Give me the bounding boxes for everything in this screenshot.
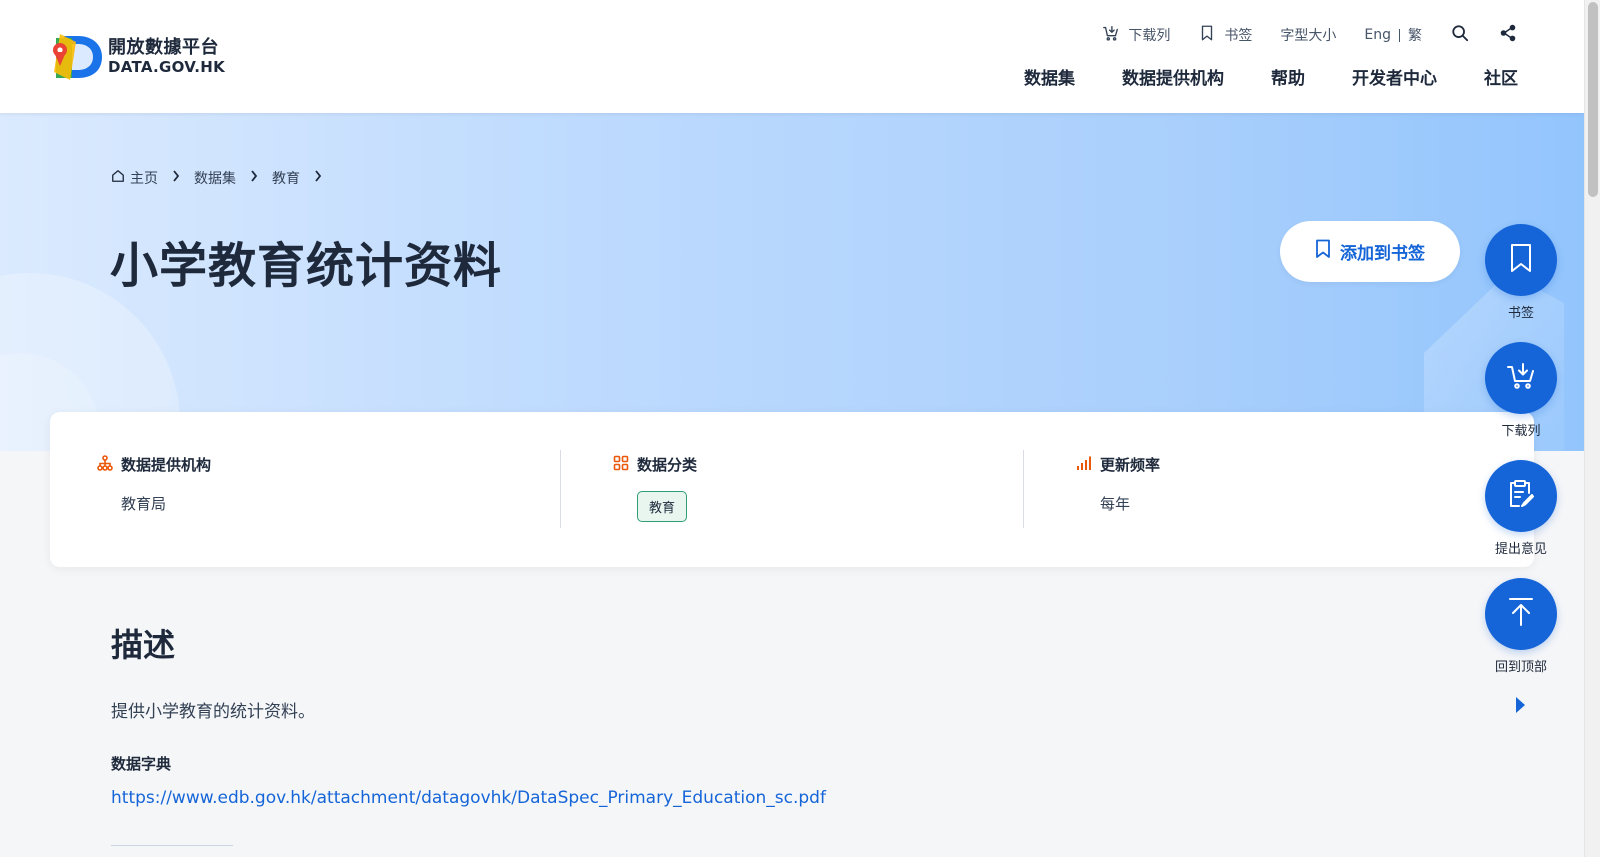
- floating-feedback: 提出意见: [1484, 460, 1558, 557]
- category-label: 数据分类: [637, 456, 698, 474]
- floating-download: 下载列: [1484, 342, 1558, 439]
- page-title: 小学教育统计资料: [110, 238, 503, 294]
- back-to-top-button[interactable]: [1485, 578, 1557, 650]
- frequency-label: 更新频率: [1100, 456, 1161, 474]
- breadcrumb-home[interactable]: 主页: [111, 168, 158, 188]
- lang-tc-link[interactable]: 繁: [1408, 25, 1422, 45]
- search-button[interactable]: [1450, 25, 1470, 45]
- site-header: 開放數據平台 DATA.GOV.HK 下载列 书签 字型大小 Eng 繁 数据集…: [0, 0, 1584, 113]
- nav-datasets[interactable]: 数据集: [1024, 64, 1075, 89]
- bookmark-icon: [1198, 24, 1216, 46]
- breadcrumb-datasets[interactable]: 数据集: [194, 168, 236, 188]
- breadcrumb-category[interactable]: 教育: [272, 168, 300, 188]
- font-size-button[interactable]: 字型大小: [1280, 25, 1336, 45]
- page-scrollbar[interactable]: [1584, 0, 1600, 857]
- clipboard-edit-icon: [1507, 479, 1535, 513]
- floating-bookmark: 书签: [1484, 224, 1558, 321]
- logo-text-cn: 開放數據平台: [108, 37, 219, 59]
- nav-community[interactable]: 社区: [1484, 64, 1518, 89]
- utility-bar: 下载列 书签 字型大小 Eng 繁: [1074, 24, 1518, 46]
- bookmarks-label: 书签: [1224, 28, 1253, 44]
- collapse-toolbar-arrow-icon[interactable]: [1512, 695, 1528, 715]
- main-nav: 数据集 数据提供机构 帮助 开发者中心 社区: [1024, 64, 1518, 89]
- provider-value[interactable]: 教育局: [121, 493, 211, 514]
- nav-data-providers[interactable]: 数据提供机构: [1122, 64, 1224, 89]
- description-heading: 描述: [111, 626, 176, 664]
- frequency-value: 每年: [1100, 495, 1131, 513]
- cart-download-icon: [1505, 361, 1537, 395]
- arrow-up-icon: [1506, 596, 1536, 632]
- column-divider: [560, 450, 561, 528]
- floating-bookmark-label: 书签: [1507, 306, 1534, 321]
- breadcrumb-home-label: 主页: [130, 171, 158, 187]
- site-logo[interactable]: 開放數據平台 DATA.GOV.HK: [50, 30, 225, 84]
- grid-category-icon: [613, 455, 629, 475]
- description-text: 提供小学教育的统计资料。: [111, 702, 315, 722]
- nav-developer-center[interactable]: 开发者中心: [1352, 64, 1437, 89]
- share-button[interactable]: [1498, 24, 1518, 46]
- bookmark-icon: [1508, 243, 1534, 277]
- home-icon: [111, 169, 125, 187]
- floating-bookmark-button[interactable]: [1485, 224, 1557, 296]
- frequency-section: 更新频率 每年: [1076, 454, 1160, 514]
- category-tag[interactable]: 教育: [637, 491, 688, 522]
- lang-separator: [1399, 28, 1400, 42]
- lang-en-link[interactable]: Eng: [1364, 27, 1391, 43]
- floating-feedback-label: 提出意见: [1494, 542, 1547, 557]
- provider-section: 数据提供机构 教育局: [97, 454, 211, 514]
- data-dictionary-label: 数据字典: [111, 755, 172, 773]
- floating-download-label: 下载列: [1501, 424, 1541, 439]
- floating-feedback-button[interactable]: [1485, 460, 1557, 532]
- section-divider: [111, 845, 233, 846]
- add-bookmark-button[interactable]: 添加到书签: [1280, 221, 1460, 282]
- add-bookmark-label: 添加到书签: [1340, 244, 1425, 264]
- language-switcher: Eng 繁: [1364, 25, 1422, 45]
- cart-download-icon: [1102, 24, 1120, 46]
- chevron-right-icon: [172, 170, 180, 186]
- download-list-link[interactable]: 下载列: [1102, 24, 1170, 46]
- floating-back-to-top: 回到顶部: [1484, 578, 1558, 675]
- bookmarks-link[interactable]: 书签: [1198, 24, 1252, 46]
- back-to-top-label: 回到顶部: [1494, 660, 1547, 675]
- floating-download-button[interactable]: [1485, 342, 1557, 414]
- signal-bars-icon: [1076, 455, 1092, 475]
- data-dictionary-link[interactable]: https://www.edb.gov.hk/attachment/datago…: [111, 788, 826, 808]
- column-divider: [1023, 450, 1024, 528]
- breadcrumb-datasets-label: 数据集: [194, 171, 236, 187]
- logo-mark-icon: [50, 30, 104, 84]
- category-section: 数据分类 教育: [613, 454, 697, 522]
- scrollbar-thumb[interactable]: [1588, 2, 1598, 197]
- provider-label: 数据提供机构: [121, 456, 212, 474]
- search-icon: [1451, 24, 1469, 46]
- dataset-info-card: 数据提供机构 教育局 数据分类 教育 更新频率 每年: [50, 412, 1534, 567]
- breadcrumb-category-label: 教育: [272, 171, 300, 187]
- logo-text-en: DATA.GOV.HK: [108, 57, 226, 76]
- nav-help[interactable]: 帮助: [1271, 64, 1305, 89]
- download-list-label: 下载列: [1128, 28, 1171, 44]
- bookmark-icon: [1315, 239, 1331, 264]
- chevron-right-icon: [314, 170, 322, 186]
- share-icon: [1499, 24, 1517, 46]
- breadcrumb: 主页 数据集 教育: [111, 168, 336, 188]
- chevron-right-icon: [250, 170, 258, 186]
- font-size-label: 字型大小: [1280, 28, 1337, 44]
- org-chart-icon: [97, 454, 113, 475]
